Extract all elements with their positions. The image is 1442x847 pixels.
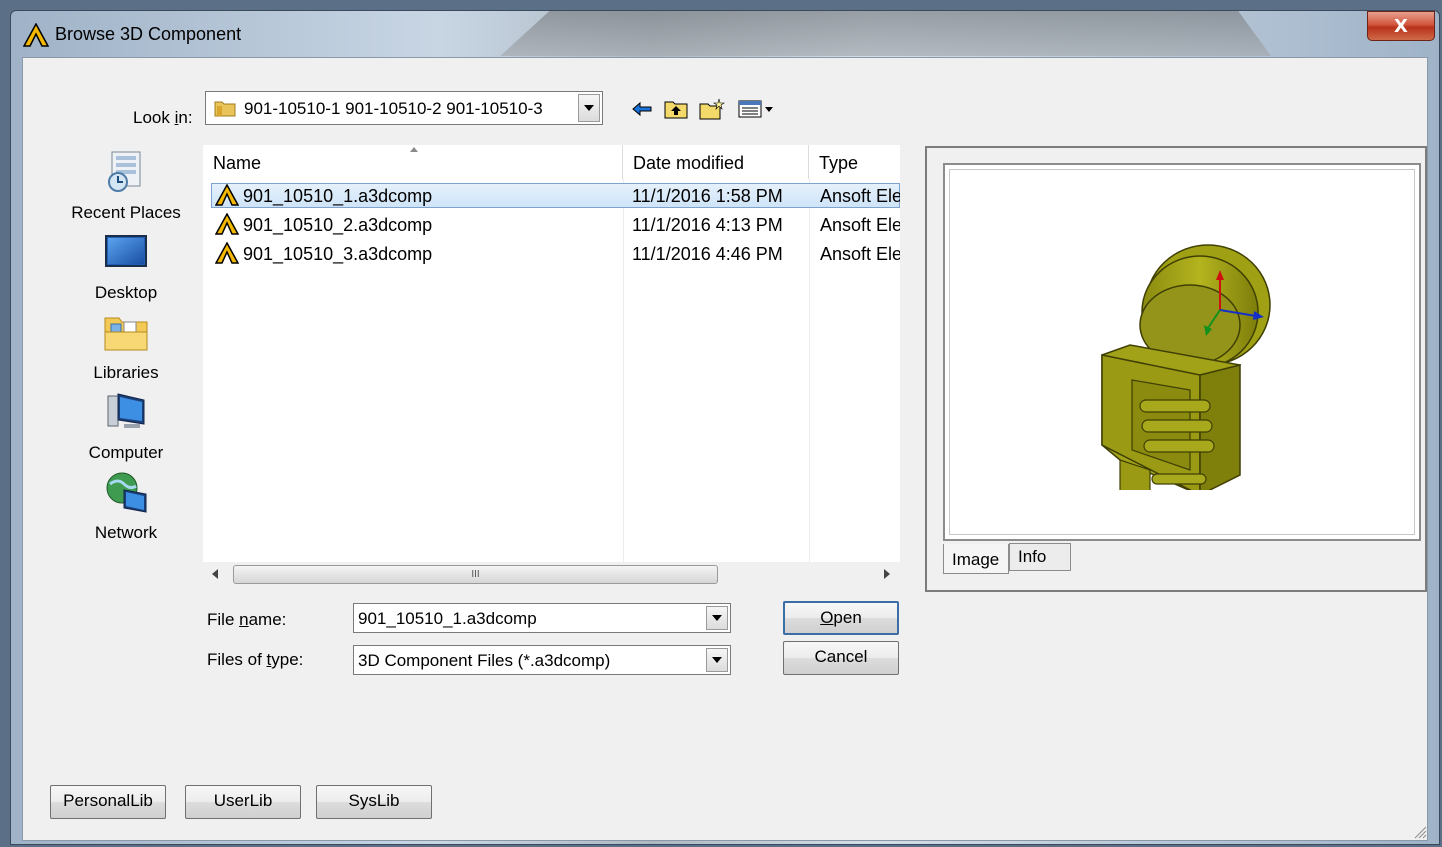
place-desktop[interactable]: Desktop — [63, 228, 189, 303]
place-computer[interactable]: Computer — [63, 388, 189, 463]
tab-info[interactable]: Info — [1009, 543, 1071, 571]
file-date-cell: 11/1/2016 4:46 PM — [632, 244, 783, 264]
preview-canvas — [949, 169, 1415, 535]
cancel-button[interactable]: Cancel — [783, 641, 899, 675]
file-name-dropdown-arrow[interactable] — [706, 606, 728, 630]
file-name-cell: 901_10510_1.a3dcomp — [243, 186, 433, 206]
file-name-label: File name: — [207, 610, 287, 629]
preview-image-area — [943, 163, 1421, 541]
file-type-cell: Ansoft Ele — [820, 244, 900, 264]
file-name-cell: 901_10510_2.a3dcomp — [243, 215, 433, 235]
tab-image[interactable]: Image — [943, 544, 1009, 574]
chevron-down-icon — [584, 105, 594, 111]
component-3d-model-image — [1101, 244, 1271, 490]
file-list[interactable]: Name Date modified Type 901_10510_1.a3dc… — [203, 145, 900, 587]
back-arrow-icon — [632, 101, 652, 117]
sort-ascending-icon — [410, 147, 418, 152]
scroll-left-icon[interactable] — [211, 569, 219, 579]
place-label: Recent Places — [71, 203, 181, 222]
chevron-down-icon — [712, 615, 722, 621]
view-menu-icon — [738, 100, 773, 118]
sys-lib-button[interactable]: SysLib — [316, 785, 432, 819]
personal-lib-button[interactable]: PersonalLib — [50, 785, 166, 819]
open-button[interactable]: Open — [783, 601, 899, 635]
scrollbar-thumb[interactable]: III — [233, 565, 718, 584]
ansoft-file-icon — [215, 213, 239, 235]
file-date-cell: 11/1/2016 1:58 PM — [632, 186, 783, 206]
place-libraries[interactable]: Libraries — [63, 308, 189, 383]
look-in-label: Look in: — [133, 108, 193, 127]
back-button[interactable] — [629, 96, 655, 122]
dialog-title: Browse 3D Component — [55, 24, 242, 44]
place-label: Network — [94, 523, 158, 542]
dialog-window: Browse 3D Component X Look in: 901-10510… — [10, 10, 1440, 845]
network-icon — [106, 472, 147, 513]
user-lib-button[interactable]: UserLib — [185, 785, 301, 819]
up-one-level-button[interactable] — [663, 96, 689, 122]
file-type-cell: Ansoft Ele — [820, 186, 900, 206]
recent-places-icon — [108, 151, 141, 192]
new-folder-icon — [699, 98, 725, 120]
up-folder-icon — [664, 101, 688, 119]
place-recent-places[interactable]: Recent Places — [63, 148, 189, 223]
title-bar-background — [500, 11, 1271, 56]
file-name-cell: 901_10510_3.a3dcomp — [243, 244, 433, 264]
place-label: Computer — [88, 443, 164, 462]
libraries-icon — [104, 317, 148, 351]
ansoft-file-icon — [215, 184, 239, 206]
column-header-name[interactable]: Name — [203, 145, 623, 179]
place-label: Desktop — [94, 283, 158, 302]
column-header-type[interactable]: Type — [809, 145, 900, 179]
place-label: Libraries — [93, 363, 159, 382]
folder-icon — [214, 101, 236, 117]
file-date-cell: 11/1/2016 4:13 PM — [632, 215, 783, 235]
ansoft-file-icon — [215, 242, 239, 264]
look-in-dropdown-arrow[interactable] — [578, 94, 600, 122]
files-of-type-label: Files of type: — [207, 650, 304, 669]
new-folder-button[interactable] — [699, 96, 725, 122]
files-of-type-dropdown[interactable]: 3D Component Files (*.a3dcomp) — [353, 645, 731, 675]
files-of-type-value: 3D Component Files (*.a3dcomp) — [358, 651, 611, 670]
look-in-value: 901-10510-1 901-10510-2 901-10510-3 — [244, 99, 543, 118]
file-name-input[interactable]: 901_10510_1.a3dcomp — [358, 609, 537, 629]
chevron-down-icon — [712, 657, 722, 663]
look-in-dropdown[interactable]: 901-10510-1 901-10510-2 901-10510-3 — [205, 91, 603, 125]
desktop-icon — [105, 235, 147, 267]
dialog-client-area: Look in: 901-10510-1 901-10510-2 901-105… — [22, 57, 1428, 841]
scroll-right-icon[interactable] — [883, 569, 891, 579]
horizontal-scrollbar[interactable]: III — [203, 562, 900, 587]
file-row[interactable]: 901_10510_2.a3dcomp 11/1/2016 4:13 PM An… — [203, 211, 900, 240]
file-name-combobox[interactable]: 901_10510_1.a3dcomp — [353, 603, 731, 633]
files-of-type-dropdown-arrow[interactable] — [706, 648, 728, 672]
place-network[interactable]: Network — [63, 468, 189, 543]
close-button[interactable]: X — [1367, 11, 1435, 41]
file-type-cell: Ansoft Ele — [820, 215, 900, 235]
resize-grip-icon[interactable] — [1411, 823, 1427, 839]
file-row[interactable]: 901_10510_1.a3dcomp 11/1/2016 1:58 PM An… — [203, 182, 900, 211]
close-icon: X — [1394, 15, 1408, 37]
ansoft-logo-icon — [23, 23, 49, 47]
view-menu-button[interactable] — [735, 96, 779, 122]
file-row[interactable]: 901_10510_3.a3dcomp 11/1/2016 4:46 PM An… — [203, 240, 900, 269]
computer-icon — [107, 393, 145, 428]
column-header-date[interactable]: Date modified — [623, 145, 809, 179]
